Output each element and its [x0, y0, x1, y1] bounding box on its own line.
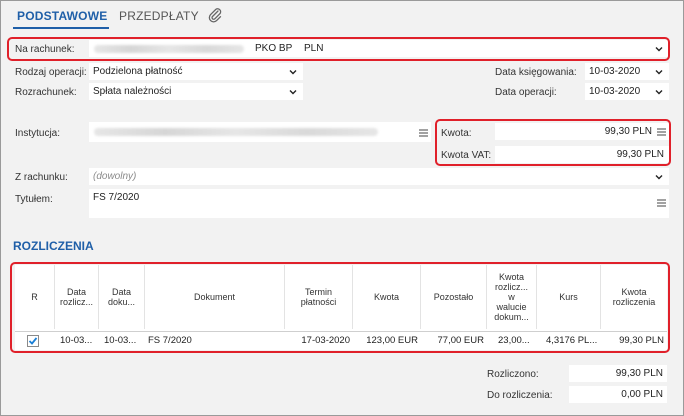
- cell-termin-platnosci: 17-03-2020: [301, 335, 350, 346]
- header-data-rozliczenia[interactable]: Data rozlicz...: [55, 265, 99, 329]
- menu-lines-icon[interactable]: [419, 129, 428, 137]
- header-termin-platnosci[interactable]: Termin płatności: [285, 265, 353, 329]
- rozliczenia-table: R Data rozlicz... Data doku... Dokument Te…: [15, 265, 667, 350]
- rozrachunek-select[interactable]: Spłata należności: [89, 83, 303, 100]
- cell-data-dokumentu: 10-03...: [104, 335, 137, 346]
- kwota-vat-value: 99,30 PLN: [616, 149, 664, 160]
- kwota-vat-label: Kwota VAT:: [441, 150, 492, 161]
- do-rozliczenia-value: 0,00 PLN: [569, 386, 667, 403]
- kwota-vat-field[interactable]: 99,30 PLN: [495, 146, 669, 163]
- bank-name: PKO BP: [255, 43, 293, 54]
- account-currency: PLN: [304, 43, 324, 54]
- header-kwota[interactable]: Kwota: [353, 265, 421, 329]
- tab-podstawowe[interactable]: PODSTAWOWE: [17, 9, 107, 23]
- header-pozostalo[interactable]: Pozostało: [421, 265, 487, 329]
- tab-przedplaty[interactable]: PRZEDPŁATY: [119, 9, 199, 23]
- header-dokument[interactable]: Dokument: [145, 265, 285, 329]
- tab-bar: PODSTAWOWE PRZEDPŁATY: [1, 1, 683, 31]
- cell-data-rozliczenia: 10-03...: [60, 335, 93, 346]
- header-kwota-rozliczenia[interactable]: Kwota rozliczenia: [601, 265, 667, 329]
- rodzaj-operacji-select[interactable]: Podzielona płatność: [89, 63, 303, 80]
- chevron-down-icon[interactable]: [289, 88, 297, 96]
- payment-form-window: PODSTAWOWE PRZEDPŁATY Na rachunek: PKO B…: [0, 0, 684, 416]
- data-operacji-value: 10-03-2020: [589, 86, 641, 97]
- kwota-field[interactable]: 99,30 PLN: [495, 123, 669, 140]
- do-rozliczenia-label: Do rozliczenia:: [487, 390, 553, 401]
- masked-account-number: [94, 45, 244, 53]
- active-tab-indicator: [13, 27, 109, 29]
- chevron-down-icon[interactable]: [655, 173, 663, 181]
- z-rachunku-placeholder: (dowolny): [93, 171, 137, 182]
- rozrachunek-label: Rozrachunek:: [15, 87, 77, 98]
- checkmark-icon: [28, 337, 38, 345]
- chevron-down-icon[interactable]: [655, 68, 663, 76]
- chevron-down-icon[interactable]: [655, 88, 663, 96]
- rozliczono-label: Rozliczono:: [487, 369, 539, 380]
- rodzaj-operacji-value: Podzielona płatność: [93, 66, 183, 77]
- kwota-label: Kwota:: [441, 128, 472, 139]
- na-rachunek-select[interactable]: PKO BP PLN: [89, 40, 669, 57]
- table-row[interactable]: 10-03... 10-03... FS 7/2020 17-03-2020 1…: [15, 331, 667, 349]
- header-data-dokumentu[interactable]: Data doku...: [99, 265, 145, 329]
- rozliczono-value: 99,30 PLN: [569, 365, 667, 382]
- row-checkbox[interactable]: [27, 335, 39, 347]
- data-ksiegowania-label: Data księgowania:: [495, 67, 577, 78]
- cell-kwota: 123,00 EUR: [366, 335, 418, 346]
- cell-pozostalo: 77,00 EUR: [437, 335, 484, 346]
- instytucja-field[interactable]: [89, 122, 431, 142]
- cell-kurs: 4,3176 PL...: [546, 335, 598, 346]
- data-ksiegowania-value: 10-03-2020: [589, 66, 641, 77]
- chevron-down-icon[interactable]: [655, 45, 663, 53]
- rozrachunek-value: Spłata należności: [93, 86, 172, 97]
- menu-lines-icon[interactable]: [657, 199, 666, 207]
- chevron-down-icon[interactable]: [289, 68, 297, 76]
- header-kwota-w-walucie[interactable]: Kwota rozlicz... w walucie dokum...: [487, 265, 537, 329]
- paperclip-icon[interactable]: [207, 7, 223, 23]
- instytucja-label: Instytucja:: [15, 128, 61, 139]
- tytulem-field[interactable]: FS 7/2020: [89, 189, 669, 218]
- rodzaj-operacji-label: Rodzaj operacji:: [15, 67, 87, 78]
- masked-institution-name: [94, 128, 378, 136]
- kwota-value: 99,30 PLN: [604, 126, 652, 137]
- cell-kwota-w-walucie: 23,00...: [498, 335, 530, 346]
- data-operacji-label: Data operacji:: [495, 87, 557, 98]
- menu-lines-icon[interactable]: [657, 128, 666, 136]
- z-rachunku-select[interactable]: (dowolny): [89, 168, 669, 185]
- header-r[interactable]: R: [15, 265, 55, 329]
- z-rachunku-label: Z rachunku:: [15, 172, 68, 183]
- tytulem-value: FS 7/2020: [93, 192, 140, 203]
- rozliczenia-title: ROZLICZENIA: [13, 239, 94, 253]
- cell-dokument: FS 7/2020: [148, 335, 192, 346]
- cell-kwota-rozliczenia: 99,30 PLN: [619, 335, 664, 346]
- tytulem-label: Tytułem:: [15, 194, 53, 205]
- na-rachunek-label: Na rachunek:: [15, 44, 75, 55]
- header-kurs[interactable]: Kurs: [537, 265, 601, 329]
